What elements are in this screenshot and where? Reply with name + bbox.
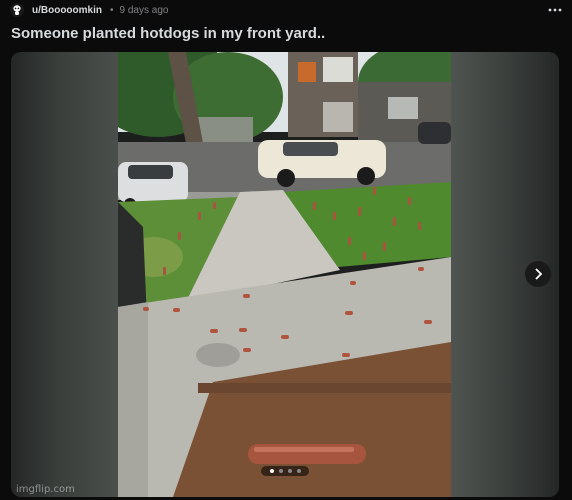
- gallery-dot-2[interactable]: [278, 469, 283, 473]
- gallery-pagination: [261, 466, 309, 476]
- user-avatar[interactable]: [10, 3, 24, 17]
- post-title[interactable]: Someone planted hotdogs in my front yard…: [11, 25, 551, 42]
- gallery-blur-left: [11, 52, 118, 497]
- post-timestamp: 9 days ago: [119, 4, 169, 16]
- gallery-dot-4[interactable]: [296, 469, 301, 473]
- meta-separator: •: [110, 4, 114, 16]
- gallery-dot-3[interactable]: [287, 469, 292, 473]
- post-media-gallery[interactable]: imgflip.com: [11, 52, 559, 497]
- alien-icon: [13, 5, 21, 15]
- gallery-dot-1[interactable]: [269, 469, 274, 473]
- author-username[interactable]: u/Booooomkin: [32, 5, 102, 16]
- chevron-right-icon: [535, 268, 543, 280]
- front-yard-photo: [118, 52, 451, 497]
- more-horizontal-icon: [548, 8, 562, 12]
- more-options-button[interactable]: [548, 0, 562, 20]
- gallery-next-button[interactable]: [525, 261, 551, 287]
- post-header: u/Booooomkin • 9 days ago: [10, 0, 562, 20]
- imgflip-watermark: imgflip.com: [16, 484, 75, 495]
